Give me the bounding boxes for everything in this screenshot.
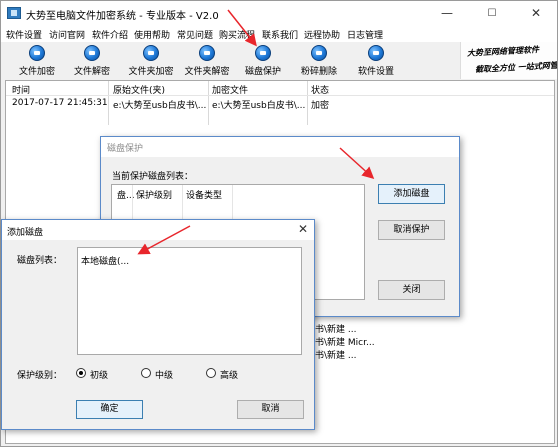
shred-delete-label: 粉碎删除 [300,67,337,77]
menu-item-contact[interactable]: 联系我们 [262,28,298,41]
shred-delete-button[interactable]: 粉碎删除 [297,42,341,78]
column-header-encrypted[interactable]: 加密文件 [212,83,248,96]
menu-item-software-settings[interactable]: 软件设置 [6,28,42,41]
folder-encrypt-button[interactable]: 文件夹加密 [125,42,177,78]
level-medium-radio[interactable] [141,368,151,378]
column-header-device-type[interactable]: 设备类型 [186,188,222,201]
list-item[interactable]: 书\新建 ... [315,322,356,335]
main-window: 大势至电脑文件加密系统 - 专业版本 - V2.0 — ☐ ✕ 软件设置 访问官… [0,0,558,447]
column-header-time[interactable]: 时间 [12,83,30,96]
disk-protect-label: 磁盘保护 [244,67,281,77]
disk-list-label: 磁盘列表： [17,256,63,266]
level-basic-label[interactable]: 初级 [90,368,108,381]
brand-banner: 大势至网络管理软件 截取全方位 一站式网管 [460,42,557,79]
column-header-original[interactable]: 原始文件(夹) [113,83,165,96]
protect-level-label: 保护级别： [17,371,63,381]
minimize-button[interactable]: — [426,1,468,26]
list-item[interactable]: 书\新建 ... [315,348,356,361]
close-icon[interactable]: ✕ [298,222,308,236]
level-advanced-label[interactable]: 高级 [220,368,238,381]
column-header-level[interactable]: 保护级别 [136,188,172,201]
file-encrypt-icon [29,45,45,61]
column-divider [208,81,209,125]
dialog-title: 添加磁盘 [7,228,44,238]
list-item[interactable]: 书\新建 Micr... [315,335,375,348]
folder-decrypt-icon [199,45,215,61]
folder-decrypt-label: 文件夹解密 [184,67,230,77]
row-status[interactable]: 加密 [311,98,329,111]
menu-item-remote-help[interactable]: 远程协助 [304,28,340,41]
column-divider [307,81,308,125]
software-settings-icon [368,45,384,61]
dialog-title-bar [101,137,459,157]
level-medium-label[interactable]: 中级 [155,368,173,381]
menu-item-help[interactable]: 使用帮助 [134,28,170,41]
disk-protect-button[interactable]: 磁盘保护 [241,42,285,78]
level-advanced-radio[interactable] [206,368,216,378]
menu-item-introduction[interactable]: 软件介绍 [92,28,128,41]
close-dialog-button[interactable]: 关闭 [378,280,445,300]
menu-bar: 软件设置 访问官网 软件介绍 使用帮助 常见问题 购买流程 联系我们 远程协助 … [1,26,557,42]
banner-line-1: 大势至网络管理软件 [466,44,540,58]
column-divider [108,81,109,125]
add-disk-button[interactable]: 添加磁盘 [378,184,445,204]
app-icon [7,7,21,19]
software-settings-button[interactable]: 软件设置 [354,42,398,78]
add-disk-dialog: 添加磁盘 ✕ 磁盘列表： 本地磁盘(... 保护级别： 初级 中级 高级 确定 … [1,219,315,430]
disk-protect-icon [255,45,271,61]
folder-encrypt-icon [143,45,159,61]
file-decrypt-label: 文件解密 [73,67,110,77]
row-encrypted[interactable]: e:\大势至usb白皮书\... [212,98,305,111]
maximize-button[interactable]: ☐ [471,1,513,26]
shred-delete-icon [311,45,327,61]
cancel-protect-button[interactable]: 取消保护 [378,220,445,240]
window-title: 大势至电脑文件加密系统 - 专业版本 - V2.0 [26,11,219,22]
menu-item-log-manager[interactable]: 日志管理 [347,28,383,41]
close-button[interactable]: ✕ [515,1,557,26]
disk-list[interactable]: 本地磁盘(... [77,247,302,355]
dialog-title-bar [2,220,314,240]
header-divider [6,95,554,96]
software-settings-label: 软件设置 [357,67,394,77]
title-bar: 大势至电脑文件加密系统 - 专业版本 - V2.0 — ☐ ✕ [1,1,557,26]
folder-decrypt-button[interactable]: 文件夹解密 [181,42,233,78]
row-original[interactable]: e:\大势至usb白皮书\... [113,98,206,111]
cancel-button[interactable]: 取消 [237,400,304,419]
menu-item-official-site[interactable]: 访问官网 [49,28,85,41]
list-item[interactable]: 本地磁盘(... [81,254,129,267]
protected-disk-list-label: 当前保护磁盘列表： [112,172,194,182]
dialog-title: 磁盘保护 [107,144,144,154]
level-basic-radio[interactable] [76,368,86,378]
file-encrypt-label: 文件加密 [18,67,55,77]
banner-line-2: 截取全方位 一站式网管 [474,59,557,75]
menu-item-faq[interactable]: 常见问题 [177,28,213,41]
folder-encrypt-label: 文件夹加密 [128,67,174,77]
column-header-status[interactable]: 状态 [311,83,329,96]
row-time[interactable]: 2017-07-17 21:45:31 [12,98,108,108]
file-encrypt-button[interactable]: 文件加密 [15,42,59,78]
menu-item-purchase[interactable]: 购买流程 [219,28,255,41]
ok-button[interactable]: 确定 [76,400,143,419]
file-decrypt-button[interactable]: 文件解密 [70,42,114,78]
file-decrypt-icon [84,45,100,61]
